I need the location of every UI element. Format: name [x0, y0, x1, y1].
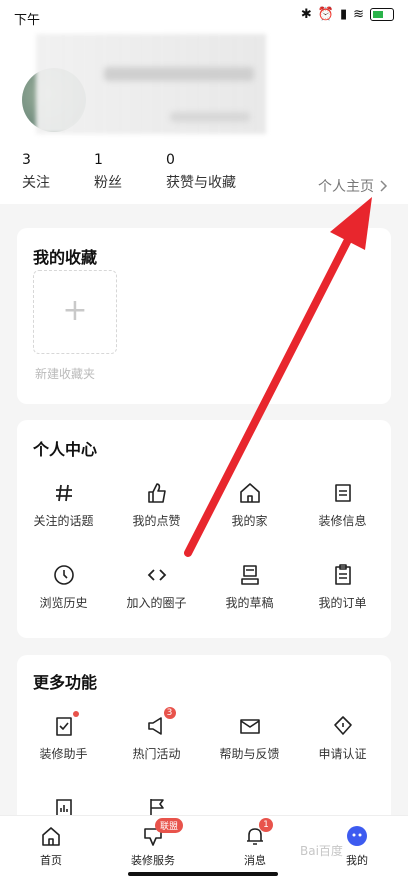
- tab-messages[interactable]: 1 消息: [220, 818, 290, 868]
- favorites-card: 我的收藏 + 新建收藏夹: [17, 228, 391, 404]
- grid-item-hot-events[interactable]: 3 热门活动: [110, 707, 203, 762]
- battery-icon: [370, 8, 394, 21]
- bluetooth-icon: ✱: [300, 7, 312, 22]
- grid-item-my-likes[interactable]: 我的点赞: [110, 480, 203, 529]
- personal-center-card: 个人中心 关注的话题 我的点赞 我的家 装修信息 浏览历史 加入的圈子 我的草稿…: [17, 420, 391, 638]
- stat-label: 关注: [22, 175, 50, 191]
- stat-following[interactable]: 3 关注: [22, 152, 50, 192]
- grid-item-apply-certification[interactable]: 申请认证: [296, 713, 389, 762]
- grid-item-label: 关注的话题: [33, 514, 94, 528]
- status-icons: ✱ ⏰ ▮ ≋: [301, 7, 394, 22]
- stat-value: 1: [94, 152, 103, 168]
- bell-icon: 1: [243, 818, 273, 848]
- grid-item-label: 我的点赞: [132, 514, 181, 528]
- badge-icon: [330, 713, 356, 739]
- grid-item-joined-circles[interactable]: 加入的圈子: [110, 562, 203, 611]
- hashtag-icon: [51, 480, 77, 506]
- tab-home[interactable]: 首页: [16, 824, 86, 868]
- draft-icon: [237, 562, 263, 588]
- more-functions-card: 更多功能 装修助手 3 热门活动 帮助与反馈 申请认证: [17, 655, 391, 835]
- order-icon: [330, 562, 356, 588]
- stat-likes-collections[interactable]: 0 获赞与收藏: [166, 152, 236, 192]
- service-icon: 联盟: [141, 818, 184, 848]
- notification-dot: [72, 711, 79, 717]
- grid-item-drafts[interactable]: 我的草稿: [203, 562, 296, 611]
- alliance-badge: 联盟: [155, 818, 184, 833]
- favorites-title: 我的收藏: [33, 248, 98, 267]
- grid-item-help-feedback[interactable]: 帮助与反馈: [203, 713, 296, 762]
- hot-events-badge: 3: [163, 707, 176, 719]
- grid-item-orders[interactable]: 我的订单: [296, 562, 389, 611]
- wifi-icon: ≋: [353, 7, 364, 22]
- megaphone-icon: 3: [144, 707, 176, 739]
- personal-center-title: 个人中心: [33, 440, 98, 459]
- homepage-link-label: 个人主页: [318, 179, 374, 195]
- signal-icon: ▮: [339, 7, 348, 22]
- grid-item-renovation-assistant[interactable]: 装修助手: [17, 711, 110, 762]
- homepage-link[interactable]: 个人主页: [318, 176, 388, 196]
- messages-badge: 1: [259, 818, 273, 832]
- grid-item-label: 加入的圈子: [126, 596, 187, 610]
- grid-item-label: 热门活动: [132, 747, 181, 761]
- tab-label: 消息: [244, 854, 266, 867]
- tab-label: 首页: [40, 854, 62, 867]
- home-icon: [237, 480, 263, 506]
- stat-followers[interactable]: 1 粉丝: [94, 152, 122, 192]
- new-folder-button[interactable]: +: [33, 270, 117, 354]
- stat-label: 获赞与收藏: [166, 175, 236, 191]
- home-icon: [39, 824, 63, 848]
- stat-label: 粉丝: [94, 175, 122, 191]
- status-bar: 下午 ✱ ⏰ ▮ ≋: [0, 0, 408, 34]
- grid-item-renovation-info[interactable]: 装修信息: [296, 480, 389, 529]
- grid-item-label: 装修助手: [39, 747, 88, 761]
- new-folder-label: 新建收藏夹: [35, 367, 96, 381]
- home-indicator: [128, 872, 278, 876]
- grid-item-label: 装修信息: [318, 514, 367, 528]
- stat-value: 0: [166, 152, 175, 168]
- code-icon: [144, 562, 170, 588]
- grid-item-label: 我的家: [231, 514, 268, 528]
- chevron-right-icon: [380, 180, 388, 192]
- tab-renovation-service[interactable]: 联盟 装修服务: [118, 818, 188, 868]
- plus-icon: +: [62, 293, 88, 328]
- profile-icon: [345, 824, 369, 848]
- more-functions-title: 更多功能: [33, 673, 98, 692]
- blurred-subtitle: [170, 112, 250, 122]
- blurred-username: [104, 67, 254, 81]
- grid-item-label: 申请认证: [318, 747, 367, 761]
- clock-icon: [51, 562, 77, 588]
- watermark: Bai百度: [300, 844, 343, 858]
- grid-item-label: 浏览历史: [39, 596, 88, 610]
- status-time: 下午: [14, 13, 41, 28]
- grid-item-label: 我的订单: [318, 596, 367, 610]
- thumbs-up-icon: [144, 480, 170, 506]
- grid-item-my-home[interactable]: 我的家: [203, 480, 296, 529]
- assistant-icon: [51, 711, 79, 739]
- mail-icon: [237, 713, 263, 739]
- alarm-icon: ⏰: [317, 7, 334, 22]
- grid-item-label: 我的草稿: [225, 596, 274, 610]
- grid-item-history[interactable]: 浏览历史: [17, 562, 110, 611]
- info-card-icon: [330, 480, 356, 506]
- stat-value: 3: [22, 152, 31, 168]
- tab-label: 装修服务: [131, 854, 175, 867]
- grid-item-label: 帮助与反馈: [219, 747, 280, 761]
- grid-item-followed-topics[interactable]: 关注的话题: [17, 480, 110, 529]
- profile-header: 3 关注 1 粉丝 0 获赞与收藏 个人主页: [0, 34, 408, 204]
